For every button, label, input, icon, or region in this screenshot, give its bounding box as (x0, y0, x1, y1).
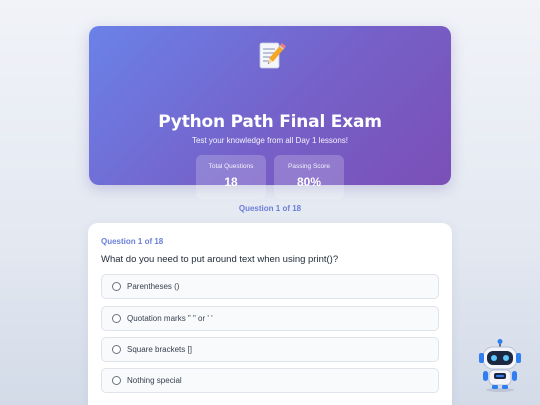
question-progress: Question 1 of 18 (238, 204, 302, 213)
radio-button[interactable] (112, 314, 121, 323)
question-number: Question 1 of 18 (101, 237, 164, 246)
answer-option-parentheses[interactable]: Parentheses () (101, 274, 439, 299)
exam-header: Python Path Final Exam Test your knowled… (89, 26, 451, 199)
answer-option-label: Square brackets [] (127, 345, 192, 354)
answer-option-label: Parentheses () (127, 282, 180, 291)
answer-option-label: Quotation marks " " or ' ' (127, 314, 213, 323)
stat-passing-score: Passing Score 80% (274, 155, 344, 199)
memo-icon (89, 40, 451, 72)
exam-title: Python Path Final Exam (158, 112, 382, 132)
answer-option-square-brackets[interactable]: Square brackets [] (101, 337, 439, 362)
stat-value: 80% (296, 175, 322, 189)
robot-icon[interactable] (475, 338, 525, 392)
radio-button[interactable] (112, 376, 121, 385)
answer-option-quotation-marks[interactable]: Quotation marks " " or ' ' (101, 306, 439, 331)
answer-option-label: Nothing special (127, 376, 182, 385)
stat-label: Passing Score (288, 163, 330, 170)
exam-subtitle: Test your knowledge from all Day 1 lesso… (191, 136, 349, 145)
stat-label: Total Questions (208, 163, 254, 170)
question-text: What do you need to put around text when… (101, 254, 339, 265)
stat-total-questions: Total Questions 18 (196, 155, 266, 199)
radio-button[interactable] (112, 282, 121, 291)
radio-button[interactable] (112, 345, 121, 354)
answer-option-nothing-special[interactable]: Nothing special (101, 368, 439, 393)
question-card: Question 1 of 18 What do you need to put… (88, 223, 452, 405)
stat-value: 18 (224, 175, 238, 189)
